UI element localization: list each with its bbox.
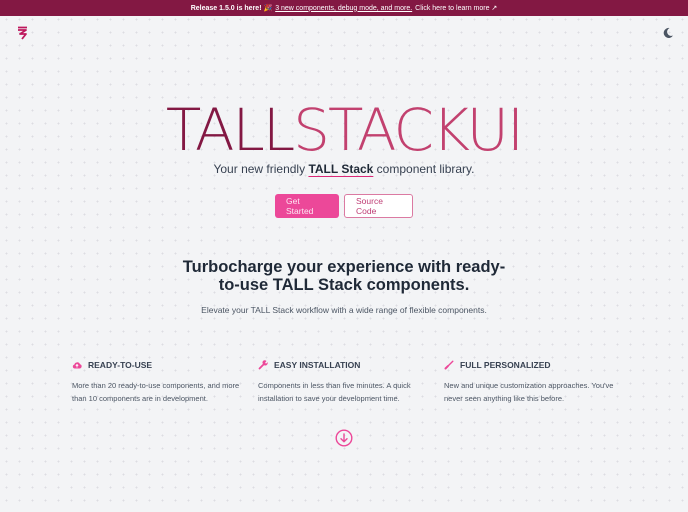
- banner-link[interactable]: 3 new components, debug mode, and more.: [275, 5, 412, 12]
- banner-cta[interactable]: Click here to learn more ↗: [415, 4, 497, 12]
- section-subheading: Elevate your TALL Stack workflow with a …: [201, 305, 487, 315]
- hero-actions: Get Started Source Code: [0, 194, 688, 218]
- features-list: READY-TO-USE More than 20 ready-to-use c…: [72, 360, 630, 405]
- release-banner[interactable]: Release 1.5.0 is here! 🎉 3 new component…: [0, 0, 688, 16]
- section-heading: Turbocharge your experience with ready- …: [0, 258, 688, 294]
- feature-full-personalized: FULL PERSONALIZED New and unique customi…: [444, 360, 630, 405]
- tagline-highlight: TALL Stack: [308, 162, 374, 176]
- tagline: Your new friendly TALL Stack component l…: [0, 162, 688, 176]
- section-heading-line1: Turbocharge your experience with ready-: [182, 258, 506, 276]
- feature-title: READY-TO-USE: [88, 360, 153, 370]
- tallstackui-logo-icon[interactable]: [17, 26, 29, 40]
- feature-easy-installation: EASY INSTALLATION Components in less tha…: [258, 360, 444, 405]
- source-code-button[interactable]: Source Code: [344, 194, 413, 218]
- tagline-after: component library.: [373, 162, 475, 176]
- feature-title: EASY INSTALLATION: [274, 360, 361, 370]
- wrench-icon: [258, 360, 268, 370]
- moon-icon[interactable]: [662, 27, 674, 39]
- feature-description: Components in less than five minutes. A …: [258, 381, 411, 403]
- feature-description: More than 20 ready-to-use components, an…: [72, 381, 240, 403]
- title-tall: TALL: [165, 96, 295, 164]
- banner-lead: Release 1.5.0 is here! 🎉: [190, 5, 273, 12]
- paint-brush-icon: [444, 360, 454, 370]
- tagline-before: Your new friendly: [213, 162, 309, 176]
- cloud-upload-icon: [72, 362, 82, 369]
- feature-title: FULL PERSONALIZED: [460, 360, 551, 370]
- title-stackui: STACKUI: [293, 96, 524, 164]
- hero-logo-title: TALLSTACKUI: [0, 100, 688, 160]
- get-started-button[interactable]: Get Started: [275, 194, 339, 218]
- feature-ready-to-use: READY-TO-USE More than 20 ready-to-use c…: [72, 360, 258, 405]
- arrow-down-circle-icon[interactable]: [335, 429, 353, 447]
- section-heading-line2: to-use TALL Stack components.: [218, 276, 470, 294]
- feature-description: New and unique customization approaches.…: [444, 381, 614, 403]
